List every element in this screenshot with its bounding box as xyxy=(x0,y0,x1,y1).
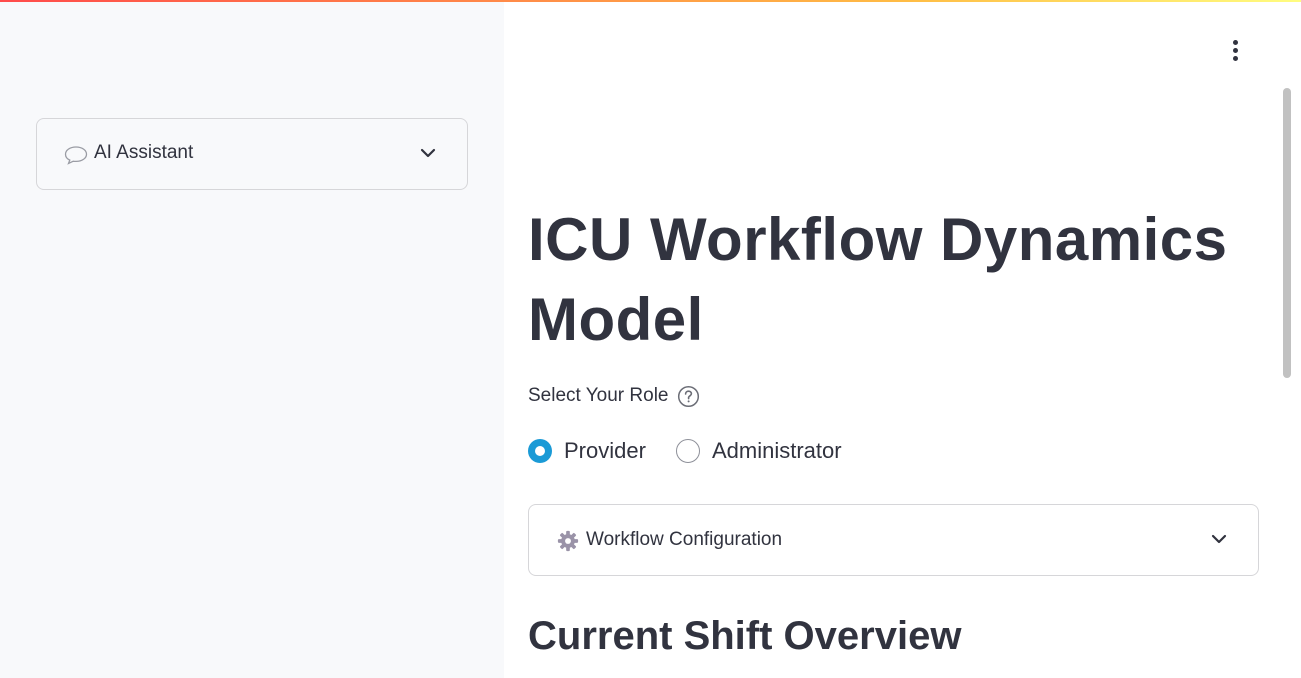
chevron-down-icon xyxy=(1211,534,1227,544)
scrollbar-track[interactable] xyxy=(1290,0,1301,678)
sidebar: AI Assistant xyxy=(0,0,504,678)
page-title: ICU Workflow Dynamics Model xyxy=(528,206,1228,353)
radio-administrator-label: Administrator xyxy=(712,438,842,463)
ai-assistant-label: AI Assistant xyxy=(94,142,194,163)
radio-selected-indicator[interactable] xyxy=(528,439,552,463)
ai-assistant-expander[interactable]: AI Assistant xyxy=(36,118,468,190)
workflow-configuration-expander[interactable]: Workflow Configuration xyxy=(528,504,1259,576)
gear-icon xyxy=(557,530,579,552)
chevron-down-icon xyxy=(420,148,436,158)
role-selector-label: Select Your Role xyxy=(528,385,669,406)
radio-unselected-indicator[interactable] xyxy=(676,439,700,463)
question-circle-icon[interactable] xyxy=(677,385,700,408)
radio-provider[interactable]: Provider xyxy=(528,438,646,464)
section-heading-current-shift: Current Shift Overview xyxy=(528,614,962,658)
top-decoration-bar xyxy=(0,0,1301,2)
workflow-configuration-label: Workflow Configuration xyxy=(586,529,783,550)
chat-bubble-icon xyxy=(64,146,88,165)
radio-provider-label: Provider xyxy=(564,438,646,463)
scrollbar-thumb[interactable] xyxy=(1283,88,1291,378)
kebab-menu-icon[interactable] xyxy=(1225,38,1245,66)
radio-administrator[interactable]: Administrator xyxy=(676,438,842,464)
